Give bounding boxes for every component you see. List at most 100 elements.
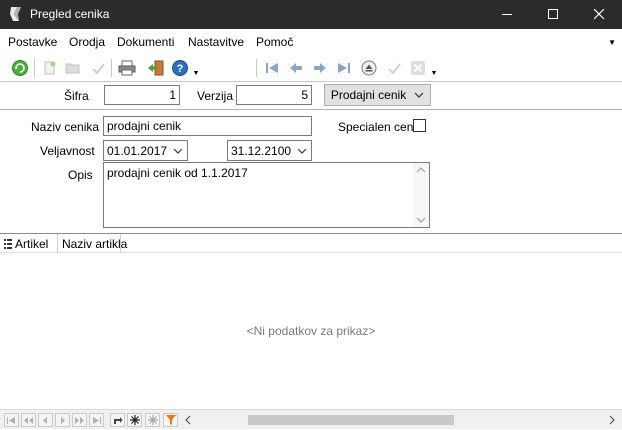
close-icon xyxy=(593,9,604,20)
scroll-up-icon xyxy=(416,167,426,173)
cancel-button[interactable] xyxy=(408,59,428,77)
date-from-picker[interactable]: 01.01.2017 xyxy=(103,140,188,161)
column-separator xyxy=(120,234,121,253)
opis-value: prodajni cenik od 1.1.2017 xyxy=(107,166,248,180)
first-record-icon xyxy=(266,63,278,73)
new-document-icon xyxy=(44,61,56,75)
eject-icon xyxy=(361,60,377,76)
grid-navigator xyxy=(0,409,622,429)
maximize-icon xyxy=(547,9,558,19)
sifra-label: Šifra xyxy=(64,89,89,103)
menu-overflow-chevron-down-icon[interactable]: ▼ xyxy=(608,38,616,47)
menu-pomoc[interactable]: Pomoč xyxy=(256,35,293,49)
nav-prev-icon xyxy=(43,416,47,424)
help-button[interactable]: ? xyxy=(170,59,190,77)
last-record-icon xyxy=(338,63,350,73)
specialen-label: Specialen cenik xyxy=(338,120,423,134)
asterisk-icon xyxy=(129,415,140,425)
nav-append-button[interactable] xyxy=(110,413,125,427)
grid-empty-message: <Ni podatkov za prikaz> xyxy=(246,324,376,338)
scroll-right-icon xyxy=(609,415,615,425)
nav-prev-button[interactable] xyxy=(38,413,53,427)
append-arrow-icon xyxy=(113,416,122,424)
help-dropdown-chevron-down-icon[interactable]: ▼ xyxy=(191,64,201,82)
filter-icon xyxy=(165,415,176,425)
title-bar: Pregled cenika xyxy=(0,0,622,29)
first-record-button[interactable] xyxy=(262,59,282,77)
nav-prev-page-icon xyxy=(24,416,33,424)
minimize-button[interactable] xyxy=(484,0,530,29)
nav-prev-page-button[interactable] xyxy=(21,413,36,427)
date-to-value: 31.12.2100 xyxy=(231,144,292,158)
chevron-down-icon xyxy=(297,148,307,154)
opis-textarea[interactable]: prodajni cenik od 1.1.2017 xyxy=(103,162,430,228)
save-check-button[interactable] xyxy=(88,59,108,77)
confirm-button[interactable] xyxy=(384,59,404,77)
opis-scrollbar[interactable] xyxy=(413,163,429,227)
nav-last-button[interactable] xyxy=(89,413,104,427)
nav-next-page-button[interactable] xyxy=(72,413,87,427)
verzija-field[interactable]: 5 xyxy=(236,85,312,105)
previous-record-button[interactable] xyxy=(286,59,306,77)
open-folder-icon xyxy=(65,63,80,74)
nav-insert-button[interactable] xyxy=(127,413,142,427)
maximize-button[interactable] xyxy=(530,0,576,29)
column-artikel[interactable]: Artikel xyxy=(15,237,48,251)
nav-edit-button[interactable] xyxy=(145,413,160,427)
toolbar-overflow-chevron-down-icon[interactable]: ▼ xyxy=(429,64,439,82)
nav-first-button[interactable] xyxy=(4,413,19,427)
save-check-icon xyxy=(92,63,105,75)
nav-next-button[interactable] xyxy=(55,413,70,427)
new-document-button[interactable] xyxy=(40,59,60,77)
header-band: Šifra 1 Verzija 5 Prodajni cenik xyxy=(0,82,622,110)
chevron-down-icon xyxy=(173,148,183,154)
cenik-type-label: Prodajni cenik xyxy=(330,88,407,102)
last-record-button[interactable] xyxy=(334,59,354,77)
minimize-icon xyxy=(501,14,512,15)
previous-record-icon xyxy=(290,63,302,73)
date-to-picker[interactable]: 31.12.2100 xyxy=(227,140,312,161)
close-button[interactable] xyxy=(576,0,622,29)
open-folder-button[interactable] xyxy=(63,59,83,77)
next-record-button[interactable] xyxy=(310,59,330,77)
print-button[interactable] xyxy=(117,59,137,77)
naziv-field[interactable]: prodajni cenik xyxy=(103,116,312,136)
help-icon: ? xyxy=(172,60,188,76)
toolbar-separator xyxy=(34,59,35,77)
window-title: Pregled cenika xyxy=(30,7,110,21)
exit-button[interactable] xyxy=(146,59,166,77)
grid-header: Artikel Naziv artikla xyxy=(0,234,622,253)
scroll-left-icon xyxy=(185,415,191,425)
nav-filter-button[interactable] xyxy=(163,413,178,427)
opis-label: Opis xyxy=(68,168,93,182)
confirm-icon xyxy=(388,63,401,75)
nav-next-icon xyxy=(61,416,65,424)
sifra-field[interactable]: 1 xyxy=(104,85,180,105)
toolbar-separator xyxy=(111,59,112,77)
items-grid: Artikel Naziv artikla <Ni podatkov za pr… xyxy=(0,234,622,430)
naziv-label: Naziv cenika xyxy=(31,120,100,134)
verzija-label: Verzija xyxy=(197,89,234,103)
menu-postavke[interactable]: Postavke xyxy=(8,35,57,49)
nav-next-page-icon xyxy=(75,416,84,424)
menu-orodja[interactable]: Orodja xyxy=(69,35,105,49)
menu-dokumenti[interactable]: Dokumenti xyxy=(117,35,174,49)
svg-text:?: ? xyxy=(177,63,184,75)
scrollbar-thumb[interactable] xyxy=(248,415,454,425)
nav-last-icon xyxy=(93,416,101,424)
column-naziv-artikla[interactable]: Naziv artikla xyxy=(62,237,127,251)
eject-button[interactable] xyxy=(359,59,379,77)
next-record-icon xyxy=(314,63,326,73)
grid-horizontal-scrollbar[interactable] xyxy=(182,413,618,427)
menu-nastavitve[interactable]: Nastavitve xyxy=(188,35,244,49)
toolbar: ? ▼ ▼ xyxy=(0,55,622,82)
toolbar-separator xyxy=(256,59,257,77)
refresh-button[interactable] xyxy=(10,59,30,77)
nav-first-icon xyxy=(7,416,15,424)
column-chooser-icon[interactable] xyxy=(4,239,12,249)
veljavnost-label: Veljavnost xyxy=(40,144,95,158)
specialen-checkbox[interactable] xyxy=(413,119,426,132)
refresh-icon xyxy=(12,60,28,76)
app-logo-icon xyxy=(10,7,21,21)
cenik-type-dropdown[interactable]: Prodajni cenik xyxy=(324,84,431,106)
